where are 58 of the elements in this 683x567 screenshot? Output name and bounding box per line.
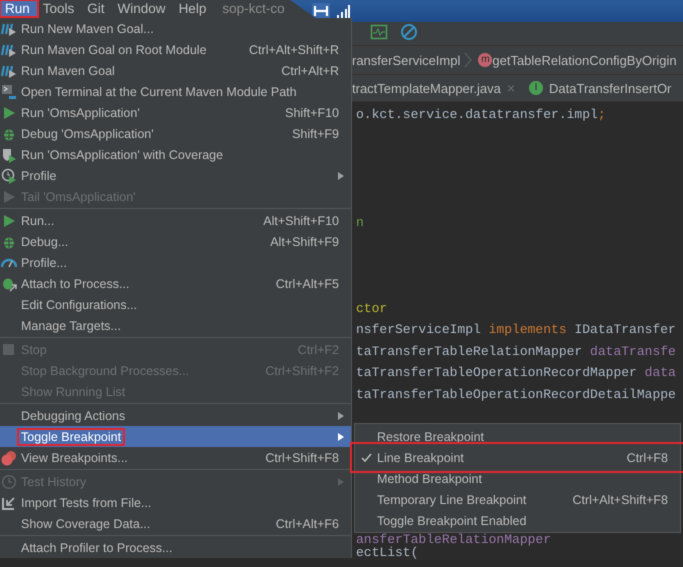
breadcrumb-item[interactable]: ransferServiceImpl <box>352 52 460 68</box>
menu-bar-item[interactable]: Tools <box>38 0 82 17</box>
editor-tab[interactable]: tractTemplateMapper.java <box>352 80 501 96</box>
menu-item[interactable]: Run 'OmsApplication' with Coverage <box>0 144 351 165</box>
menu-bar-item[interactable]: Git <box>82 0 113 17</box>
code-line: ectList( <box>355 544 418 562</box>
menu-item[interactable]: Debugging Actions <box>0 405 351 426</box>
import-icon <box>1 494 17 510</box>
menu-item[interactable]: View Breakpoints... Ctrl+Shift+F8 <box>0 447 351 468</box>
menu-bar-item[interactable]: Run <box>0 0 38 17</box>
menu-item[interactable]: Run Maven Goal on Root Module Ctrl+Alt+Shift+R <box>0 39 351 60</box>
activity-monitor-icon[interactable] <box>370 22 388 40</box>
menu-bar-item[interactable]: Window <box>112 0 174 17</box>
menu-item[interactable]: Line Breakpoint Ctrl+F8 <box>355 447 680 468</box>
code-line: o.kct.service.datatransfer.impl; <box>355 106 607 124</box>
interface-icon: I <box>529 81 544 95</box>
menu-item[interactable]: Run New Maven Goal... <box>0 18 351 39</box>
play-icon <box>1 104 17 120</box>
breakpoints-icon <box>1 450 17 466</box>
code-line: ctor <box>355 300 388 318</box>
menu-bar-item[interactable]: Help <box>174 0 214 17</box>
menu-item[interactable]: Attach to Process... Ctrl+Alt+F5 <box>0 273 351 294</box>
menu-item[interactable]: Profile <box>0 165 351 186</box>
pin-icon[interactable] <box>312 3 330 19</box>
editor-tab[interactable]: DataTransferInsertOr <box>549 80 672 96</box>
breadcrumb-item[interactable]: getTableRelationConfigByOrigin <box>492 52 677 68</box>
menu-item[interactable]: Run 'OmsApplication' Shift+F10 <box>0 102 351 123</box>
chevron-icon <box>464 52 472 68</box>
menu-item[interactable]: Run... Alt+Shift+F10 <box>0 210 351 231</box>
code-line: taTransferTableRelationMapper dataTransfe <box>355 342 677 360</box>
signal-icon <box>336 4 350 18</box>
code-line: taTransferTableOperationRecordDetailMappe <box>355 386 677 404</box>
menu-item[interactable]: Profile... <box>0 252 351 273</box>
menu-item[interactable]: Open Terminal at the Current Maven Module Path <box>0 81 351 102</box>
code-line: n <box>355 214 365 232</box>
code-line: taTransferTableOperationRecordMapper data <box>355 364 677 382</box>
menu-item[interactable]: Debug... Alt+Shift+F9 <box>0 231 351 252</box>
code-line: nsferServiceImpl implements IDataTransfer <box>355 321 677 339</box>
menu-item[interactable]: Temporary Line Breakpoint Ctrl+Alt+Shift+F8 <box>355 489 680 510</box>
menu-item[interactable]: Manage Targets... <box>0 315 351 336</box>
play-icon <box>1 212 17 228</box>
terminal-icon <box>1 84 17 100</box>
prohibited-icon[interactable] <box>400 22 418 40</box>
menu-item[interactable]: Toggle Breakpoint Enabled <box>355 510 680 531</box>
code-line: ansferTableRelationMapper <box>355 530 552 547</box>
menu-item[interactable]: Method Breakpoint <box>355 468 680 489</box>
method-icon: m <box>478 53 492 67</box>
project-title: sop-kct-co <box>222 0 285 17</box>
menu-item[interactable]: Attach Profiler to Process... <box>0 537 351 558</box>
clock-run-icon <box>1 168 17 184</box>
menu-item[interactable]: Toggle Breakpoint <box>0 426 351 447</box>
menu-item[interactable]: Debug 'OmsApplication' Shift+F9 <box>0 123 351 144</box>
shield-run-icon <box>1 146 17 162</box>
menu-item[interactable]: Run Maven Goal Ctrl+Alt+R <box>0 60 351 81</box>
menu-item[interactable]: Import Tests from File... <box>0 492 351 513</box>
menu-item[interactable]: Restore Breakpoint <box>355 426 680 447</box>
menu-item[interactable]: Edit Configurations... <box>0 294 351 315</box>
menu-item[interactable]: Show Coverage Data... Ctrl+Alt+F6 <box>0 513 351 534</box>
